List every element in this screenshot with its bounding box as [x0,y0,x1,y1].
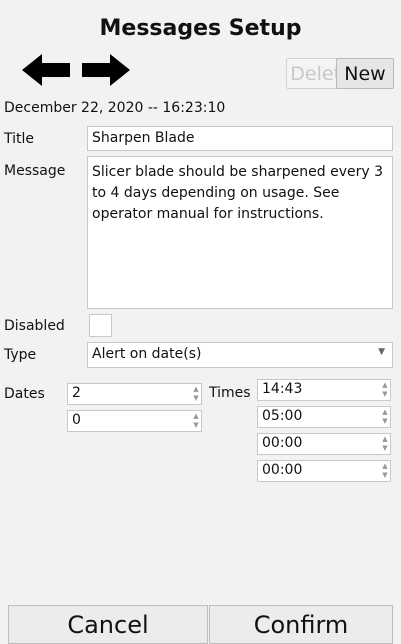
date-spinner-2[interactable]: 0 ▲ ▼ [67,410,202,432]
time-spinner-4[interactable]: 00:00 ▲ ▼ [257,460,391,482]
spinner-arrows-icon[interactable]: ▲ ▼ [381,435,389,453]
message-textarea[interactable]: Slicer blade should be sharpened every 3… [87,156,393,309]
title-label: Title [4,131,35,147]
type-select[interactable]: Alert on date(s) ▼ [87,342,393,368]
confirm-button[interactable]: Confirm [209,605,393,644]
current-datetime: December 22, 2020 -- 16:23:10 [4,100,226,116]
spinner-arrows-icon[interactable]: ▲ ▼ [381,408,389,426]
date-spinner-1[interactable]: 2 ▲ ▼ [67,383,202,405]
page-title: Messages Setup [99,16,302,41]
type-select-value: Alert on date(s) [92,346,202,362]
arrow-left-icon[interactable] [22,52,72,88]
arrow-right-icon[interactable] [80,52,130,88]
spinner-arrows-icon[interactable]: ▲ ▼ [381,462,389,480]
new-button[interactable]: New [336,58,394,89]
cancel-button[interactable]: Cancel [8,605,208,644]
time-spinner-1[interactable]: 14:43 ▲ ▼ [257,379,391,401]
type-label: Type [4,347,37,363]
title-input[interactable]: Sharpen Blade [87,126,393,151]
dates-label: Dates [4,386,45,402]
spinner-arrows-icon[interactable]: ▲ ▼ [192,412,200,430]
time-spinner-3[interactable]: 00:00 ▲ ▼ [257,433,391,455]
times-label: Times [209,385,251,401]
message-label: Message [4,163,66,179]
disabled-checkbox[interactable] [89,314,112,337]
spinner-arrows-icon[interactable]: ▲ ▼ [381,381,389,399]
chevron-down-icon: ▼ [378,347,385,357]
disabled-label: Disabled [4,318,65,334]
spinner-arrows-icon[interactable]: ▲ ▼ [192,385,200,403]
time-spinner-2[interactable]: 05:00 ▲ ▼ [257,406,391,428]
